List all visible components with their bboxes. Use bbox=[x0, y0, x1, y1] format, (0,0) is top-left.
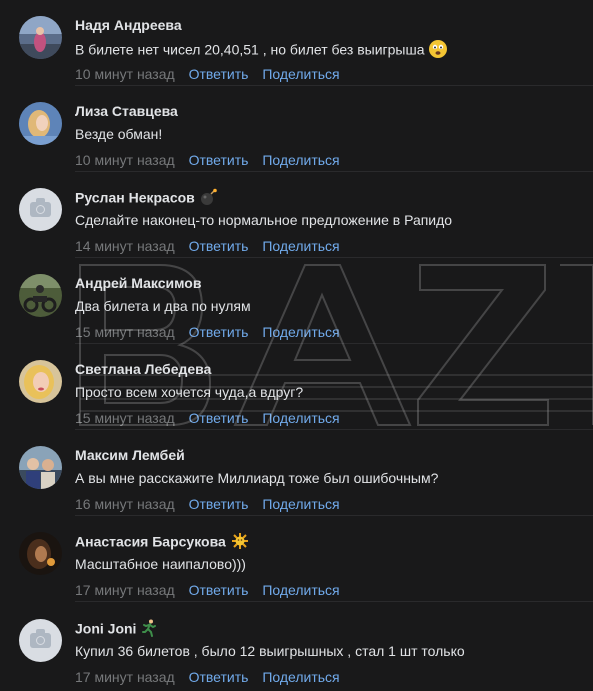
reply-button[interactable]: Ответить bbox=[189, 410, 249, 426]
avatar[interactable] bbox=[19, 102, 62, 145]
comment-item: Светлана Лебедева Просто всем хочется чу… bbox=[0, 344, 593, 430]
comment-item: Руслан Некрасов Сделайте наконец-то норм… bbox=[0, 172, 593, 258]
comment-time: 17 минут назад bbox=[75, 582, 175, 598]
avatar[interactable] bbox=[19, 360, 62, 403]
comment-item: Анастасия Барсукова Масштабное наипалово… bbox=[0, 516, 593, 602]
reply-button[interactable]: Ответить bbox=[189, 238, 249, 254]
reply-button[interactable]: Ответить bbox=[189, 66, 249, 82]
comment-text-content: В билете нет чисел 20,40,51 , но билет б… bbox=[75, 41, 425, 58]
comment-item: Joni Joni Купил 36 билетов , было 12 выи… bbox=[0, 603, 593, 691]
comment-text-content: Два билета и два по нулям bbox=[75, 298, 251, 314]
avatar[interactable] bbox=[19, 188, 62, 231]
comment-item: Максим Лембей А вы мне расскажите Миллиа… bbox=[0, 430, 593, 516]
sun-icon bbox=[230, 532, 250, 554]
avatar[interactable] bbox=[19, 274, 62, 317]
comment-author-name: Анастасия Барсукова bbox=[75, 533, 226, 550]
comment-author-name: Руслан Некрасов bbox=[75, 189, 195, 206]
comment-text: В билете нет чисел 20,40,51 , но билет б… bbox=[75, 39, 448, 63]
comment-item: Надя Андреева В билете нет чисел 20,40,5… bbox=[0, 0, 593, 86]
comment-time: 16 минут назад bbox=[75, 496, 175, 512]
avatar[interactable] bbox=[19, 446, 62, 489]
share-button[interactable]: Поделиться bbox=[262, 496, 339, 512]
comment-text: Купил 36 билетов , было 12 выигрышных , … bbox=[75, 642, 465, 660]
comment-text-content: Везде обман! bbox=[75, 126, 163, 142]
comment-author-name: Joni Joni bbox=[75, 620, 137, 637]
share-button[interactable]: Поделиться bbox=[262, 582, 339, 598]
share-button[interactable]: Поделиться bbox=[262, 669, 339, 685]
comments-feed: Надя Андреева В билете нет чисел 20,40,5… bbox=[0, 0, 593, 691]
comment-meta: 15 минут назад Ответить Поделиться bbox=[75, 410, 340, 426]
comment-meta: 10 минут назад Ответить Поделиться bbox=[75, 152, 340, 168]
comment-text: Два билета и два по нулям bbox=[75, 297, 251, 315]
comment-author[interactable]: Joni Joni bbox=[75, 619, 158, 641]
comment-text-content: Просто всем хочется чуда,а вдруг? bbox=[75, 384, 304, 400]
comment-author[interactable]: Анастасия Барсукова bbox=[75, 532, 250, 554]
comment-author[interactable]: Максим Лембей bbox=[75, 446, 185, 464]
reply-button[interactable]: Ответить bbox=[189, 324, 249, 340]
worried-face-icon bbox=[428, 39, 448, 63]
comment-meta: 10 минут назад Ответить Поделиться bbox=[75, 66, 340, 82]
comment-meta: 16 минут назад Ответить Поделиться bbox=[75, 496, 340, 512]
comment-time: 10 минут назад bbox=[75, 152, 175, 168]
comment-time: 14 минут назад bbox=[75, 238, 175, 254]
comment-meta: 17 минут назад Ответить Поделиться bbox=[75, 582, 340, 598]
comment-author[interactable]: Лиза Ставцева bbox=[75, 102, 178, 120]
share-button[interactable]: Поделиться bbox=[262, 324, 339, 340]
divider bbox=[75, 601, 593, 602]
comment-author[interactable]: Светлана Лебедева bbox=[75, 360, 211, 378]
comment-time: 17 минут назад bbox=[75, 669, 175, 685]
share-button[interactable]: Поделиться bbox=[262, 410, 339, 426]
share-button[interactable]: Поделиться bbox=[262, 152, 339, 168]
comment-meta: 17 минут назад Ответить Поделиться bbox=[75, 669, 340, 685]
reply-button[interactable]: Ответить bbox=[189, 152, 249, 168]
comment-time: 15 минут назад bbox=[75, 324, 175, 340]
comment-author[interactable]: Руслан Некрасов bbox=[75, 188, 219, 210]
comment-text: А вы мне расскажите Миллиард тоже был ош… bbox=[75, 469, 438, 487]
comment-author[interactable]: Надя Андреева bbox=[75, 16, 182, 34]
bomb-icon bbox=[199, 188, 219, 210]
camera-icon bbox=[30, 629, 51, 648]
comment-time: 10 минут назад bbox=[75, 66, 175, 82]
avatar[interactable] bbox=[19, 532, 62, 575]
avatar[interactable] bbox=[19, 16, 62, 59]
avatar[interactable] bbox=[19, 619, 62, 662]
camera-icon bbox=[30, 198, 51, 217]
comment-text-content: Масштабное наипалово))) bbox=[75, 556, 246, 572]
share-button[interactable]: Поделиться bbox=[262, 66, 339, 82]
comment-text: Масштабное наипалово))) bbox=[75, 555, 246, 573]
comment-text-content: А вы мне расскажите Миллиард тоже был ош… bbox=[75, 470, 439, 486]
comment-item: Андрей Максимов Два билета и два по нуля… bbox=[0, 258, 593, 344]
comment-text: Просто всем хочется чуда,а вдруг? bbox=[75, 383, 303, 401]
comment-text: Везде обман! bbox=[75, 125, 162, 143]
comment-time: 15 минут назад bbox=[75, 410, 175, 426]
share-button[interactable]: Поделиться bbox=[262, 238, 339, 254]
comment-text-content: Купил 36 билетов , было 12 выигрышных , … bbox=[75, 643, 465, 659]
comment-meta: 15 минут назад Ответить Поделиться bbox=[75, 324, 340, 340]
reply-button[interactable]: Ответить bbox=[189, 669, 249, 685]
comment-meta: 14 минут назад Ответить Поделиться bbox=[75, 238, 340, 254]
comment-item: Лиза Ставцева Везде обман! 10 минут наза… bbox=[0, 86, 593, 172]
comment-text: Сделайте наконец-то нормальное предложен… bbox=[75, 211, 452, 229]
reply-button[interactable]: Ответить bbox=[189, 496, 249, 512]
comment-author[interactable]: Андрей Максимов bbox=[75, 274, 201, 292]
runner-icon bbox=[140, 619, 158, 641]
reply-button[interactable]: Ответить bbox=[189, 582, 249, 598]
comment-text-content: Сделайте наконец-то нормальное предложен… bbox=[75, 212, 453, 228]
